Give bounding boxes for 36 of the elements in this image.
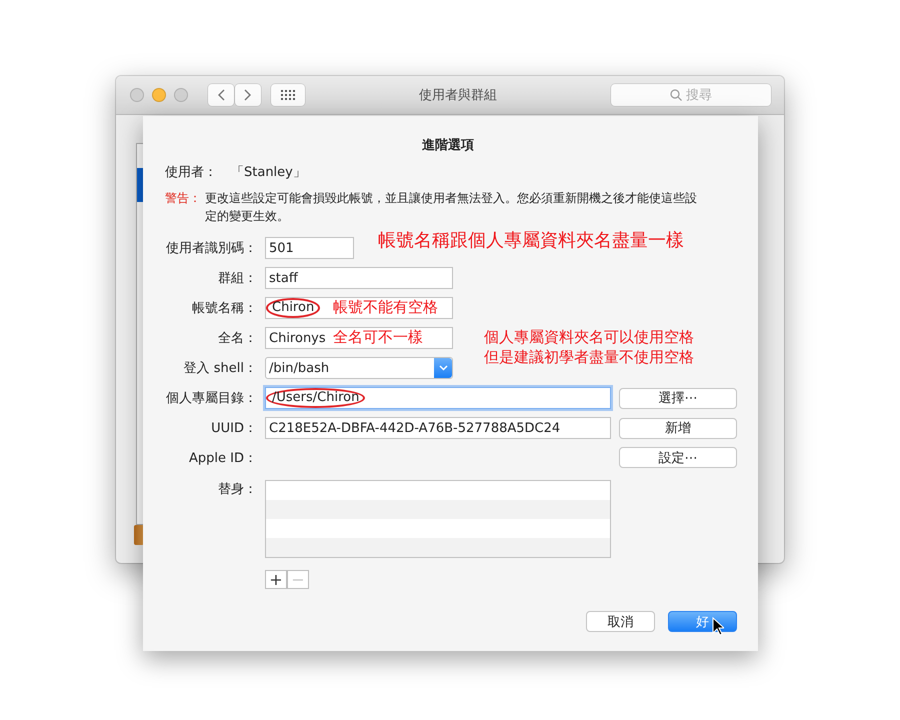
warning-text: 更改這些設定可能會損毀此帳號，並且讓使用者無法登入。您必須重新開機之後才能使這些設定的變更生效。 <box>205 190 698 225</box>
field-label: 全名： <box>217 330 257 347</box>
input-field[interactable]: C218E52A-DBFA-442D-A76B-527788A5DC24 <box>265 417 611 439</box>
input-field[interactable]: /Users/Chiron <box>265 387 611 409</box>
dialog-title: 進階選項 <box>421 137 475 154</box>
input-field[interactable]: staff <box>265 267 453 289</box>
annotation-text: 帳號名稱跟個人專屬資料夾名盡量一樣 <box>378 229 684 252</box>
input-field[interactable]: 501 <box>265 237 354 259</box>
annotation-text: 但是建議初學者盡量不使用空格 <box>484 348 694 368</box>
field-value: Chiron <box>266 298 320 318</box>
field-value: /Users/Chiron <box>266 388 366 408</box>
field-label: UUID： <box>210 420 257 437</box>
annotation-text: 全名可不一樣 <box>333 328 423 348</box>
field-label: 替身： <box>217 481 257 498</box>
warning-label: 警告： <box>165 190 201 207</box>
field-label: Apple ID： <box>188 450 257 466</box>
user-name: 「Stanley」 <box>231 164 306 181</box>
action-button[interactable]: 選擇⋯ <box>619 388 737 408</box>
window-title: 使用者與群組 <box>418 87 498 104</box>
cancel-button[interactable]: 取消 <box>586 611 655 632</box>
field-label: 群組： <box>217 270 257 287</box>
field-label: 個人專屬目錄： <box>165 390 257 407</box>
annotation-text: 帳號不能有空格 <box>333 298 438 318</box>
add-button[interactable]: + <box>265 570 287 589</box>
field-label: 使用者識別碼： <box>165 240 257 257</box>
field-value: 501 <box>269 240 294 256</box>
user-label: 使用者： <box>165 164 217 181</box>
field-label: 帳號名稱： <box>191 300 257 317</box>
annotation-text: 個人專屬資料夾名可以使用空格 <box>484 328 694 348</box>
field-value: Chironys <box>269 330 326 346</box>
field-value: staff <box>269 270 298 286</box>
field-label: 登入 shell： <box>182 360 257 377</box>
action-button[interactable]: 新增 <box>619 418 737 438</box>
field-value: C218E52A-DBFA-442D-A76B-527788A5DC24 <box>269 420 560 436</box>
shell-dropdown[interactable]: /bin/bash <box>265 357 453 379</box>
action-button[interactable]: 設定⋯ <box>619 447 737 468</box>
